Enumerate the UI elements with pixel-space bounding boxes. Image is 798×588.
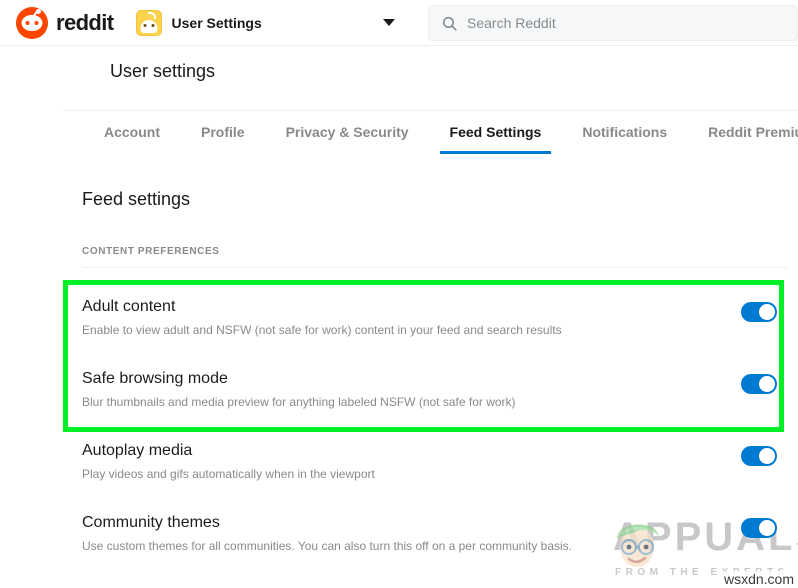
toggle-community-themes[interactable] [741, 518, 777, 538]
reddit-wordmark: reddit [56, 9, 114, 35]
search-input[interactable] [467, 15, 767, 31]
setting-description: Blur thumbnails and media preview for an… [82, 395, 516, 409]
tab-notifications[interactable]: Notifications [572, 111, 677, 154]
toggle-knob [759, 304, 775, 320]
toggle-autoplay-media[interactable] [741, 446, 777, 466]
settings-page: User settings Account Profile Privacy & … [0, 46, 798, 588]
toggle-adult-content[interactable] [741, 302, 777, 322]
setting-row-community-themes: Community themes Use custom themes for a… [82, 501, 787, 573]
feed-settings-content: Feed settings CONTENT PREFERENCES Adult … [63, 163, 798, 588]
toggle-knob [759, 376, 775, 392]
tab-privacy-security[interactable]: Privacy & Security [276, 111, 419, 154]
snoo-avatar-icon [135, 9, 162, 36]
reddit-alien-logo-icon [16, 6, 48, 39]
page-title: User settings [110, 61, 216, 81]
toggle-safe-browsing-mode[interactable] [741, 374, 777, 394]
tab-feed-settings[interactable]: Feed Settings [439, 111, 552, 154]
search-bar[interactable] [428, 5, 798, 41]
setting-row-safe-browsing-mode: Safe browsing mode Blur thumbnails and m… [82, 357, 787, 429]
user-dropdown-label: User Settings [171, 14, 262, 31]
setting-row-adult-content: Adult content Enable to view adult and N… [82, 285, 787, 357]
setting-title: Autoplay media [82, 442, 193, 459]
content-preferences-label: CONTENT PREFERENCES [82, 246, 220, 257]
toggle-knob [759, 448, 775, 464]
settings-header: User settings [63, 46, 798, 111]
tab-reddit-premium[interactable]: Reddit Premium [698, 111, 798, 154]
search-icon [442, 16, 457, 31]
toggle-knob [759, 520, 775, 536]
setting-description: Play videos and gifs automatically when … [82, 467, 375, 481]
setting-title: Community themes [82, 514, 220, 531]
left-gutter [0, 46, 63, 588]
settings-rows: Adult content Enable to view adult and N… [82, 285, 787, 573]
section-heading: Feed settings [82, 189, 191, 209]
setting-row-autoplay-media: Autoplay media Play videos and gifs auto… [82, 429, 787, 501]
tab-profile[interactable]: Profile [191, 111, 255, 154]
setting-title: Safe browsing mode [82, 370, 228, 387]
setting-description: Use custom themes for all communities. Y… [82, 539, 573, 553]
setting-title: Adult content [82, 298, 176, 315]
top-navigation-bar: reddit User Settings [0, 0, 798, 46]
chevron-down-icon[interactable] [383, 19, 395, 26]
user-settings-dropdown[interactable]: User Settings [135, 5, 262, 41]
setting-description: Enable to view adult and NSFW (not safe … [82, 323, 562, 337]
tab-account[interactable]: Account [94, 111, 170, 154]
section-divider [82, 267, 787, 268]
settings-tab-bar: Account Profile Privacy & Security Feed … [63, 111, 798, 163]
reddit-home-link[interactable]: reddit [16, 6, 114, 39]
